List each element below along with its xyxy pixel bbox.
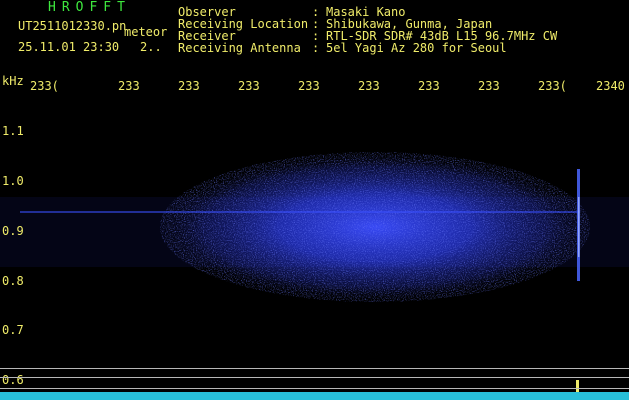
x-tick: 233 bbox=[418, 79, 440, 93]
antenna-label: Receiving Antenna bbox=[178, 41, 301, 55]
antenna-sep: : bbox=[312, 41, 320, 55]
reference-line bbox=[0, 377, 629, 378]
waterfall-plot bbox=[0, 152, 629, 400]
count-label: 2.. bbox=[140, 40, 162, 54]
y-tick: 0.9 bbox=[2, 224, 24, 238]
x-tick: 233 bbox=[478, 79, 500, 93]
x-tick: 233 bbox=[118, 79, 140, 93]
x-axis-ticks: 233( 233 233 233 233 233 233 233 233( 23… bbox=[0, 80, 629, 94]
vertical-streak-core bbox=[578, 197, 580, 257]
x-tick: 233 bbox=[358, 79, 380, 93]
filename-label: UT2511012330.pn bbox=[18, 19, 127, 33]
y-axis-ticks: 1.1 1.0 0.9 0.8 0.7 0.6 bbox=[0, 0, 30, 400]
meteor-speckle bbox=[160, 152, 590, 302]
brand-label: HROFFT bbox=[48, 0, 131, 15]
y-tick: 1.0 bbox=[2, 174, 24, 188]
reference-line bbox=[0, 388, 629, 389]
reference-line bbox=[0, 368, 629, 369]
y-tick: 0.6 bbox=[2, 373, 24, 387]
x-tick: 233 bbox=[298, 79, 320, 93]
antenna-value: 5el Yagi Az 280 for Seoul bbox=[326, 41, 507, 55]
y-tick: 0.8 bbox=[2, 274, 24, 288]
datetime-label: 25.11.01 23:30 bbox=[18, 40, 120, 54]
spectrum-strip bbox=[0, 392, 629, 400]
x-tick: 233 bbox=[238, 79, 260, 93]
y-tick: 0.7 bbox=[2, 323, 24, 337]
y-tick: 1.1 bbox=[2, 124, 24, 138]
x-tick: 233 bbox=[178, 79, 200, 93]
spectrum-peak bbox=[576, 380, 579, 392]
x-tick: 233( bbox=[30, 79, 59, 93]
x-tick: 233( bbox=[538, 79, 567, 93]
x-tick: 2340 bbox=[596, 79, 625, 93]
carrier-trace bbox=[20, 211, 580, 213]
tag-label: meteor bbox=[124, 25, 168, 39]
